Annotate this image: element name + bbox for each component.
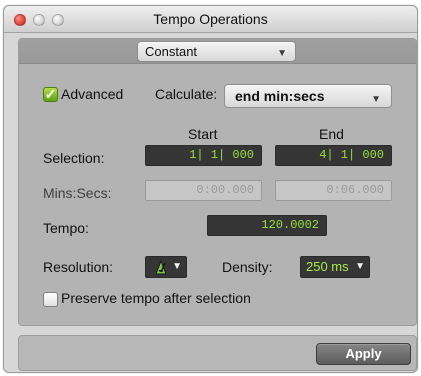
tempo-label: Tempo: — [43, 220, 89, 236]
window-title: Tempo Operations — [153, 11, 268, 27]
operation-selector-bar: Constant ▼ — [19, 39, 416, 64]
calculate-popup-value: end min:secs — [235, 88, 325, 104]
tempo-field[interactable]: 120.0002 — [207, 215, 327, 236]
mins-secs-label: Mins:Secs: — [43, 185, 112, 201]
resolution-label: Resolution: — [43, 259, 114, 275]
advanced-label: Advanced — [61, 86, 124, 102]
density-popup[interactable]: 250 ms ▼ — [300, 256, 370, 278]
preserve-tempo-label: Preserve tempo after selection — [61, 290, 251, 306]
mins-secs-start-field: 0:00.000 — [145, 180, 262, 201]
resolution-popup[interactable]: ▼ — [145, 256, 187, 278]
window-titlebar[interactable]: Tempo Operations — [4, 6, 417, 33]
selection-end-field[interactable]: 4| 1| 000 — [275, 145, 392, 166]
start-column-header: Start — [188, 126, 218, 142]
operation-popup-value: Constant — [145, 44, 198, 59]
selection-start-field[interactable]: 1| 1| 000 — [145, 145, 262, 166]
end-column-header: End — [319, 126, 344, 142]
footer-panel: Apply — [18, 335, 417, 371]
advanced-checkbox[interactable]: ✓ — [43, 87, 58, 102]
calculate-label: Calculate: — [155, 86, 218, 102]
preserve-tempo-checkbox[interactable] — [43, 292, 58, 307]
calculate-popup[interactable]: end min:secs ▼ — [224, 84, 392, 108]
checkmark-icon: ✓ — [44, 86, 57, 102]
tempo-operations-window: Tempo Operations Constant ▼ ✓ Advanced C… — [3, 5, 418, 373]
chevron-down-icon: ▼ — [371, 94, 381, 105]
mins-secs-end-field: 0:06.000 — [275, 180, 392, 201]
density-value: 250 ms — [306, 259, 349, 274]
chevron-down-icon: ▼ — [277, 48, 287, 59]
tempo-operations-panel: Constant ▼ ✓ Advanced Calculate: end min… — [18, 38, 417, 326]
chevron-down-icon: ▼ — [355, 261, 365, 272]
apply-button[interactable]: Apply — [316, 343, 411, 365]
chevron-down-icon: ▼ — [172, 261, 182, 272]
selection-label: Selection: — [43, 150, 105, 166]
operation-popup[interactable]: Constant ▼ — [137, 41, 296, 62]
metronome-icon — [155, 260, 167, 275]
density-label: Density: — [222, 259, 273, 275]
